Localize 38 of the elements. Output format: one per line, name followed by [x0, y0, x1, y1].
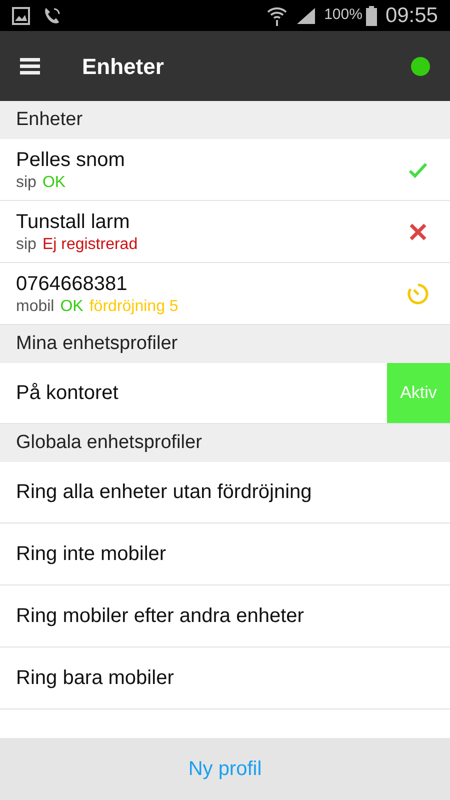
device-row[interactable]: Tunstall larm sip Ej registrerad: [0, 201, 450, 263]
profile-row[interactable]: Ring alla enheter utan fördröjning: [0, 462, 450, 524]
profile-name: På kontoret: [16, 381, 120, 406]
device-status-text: fördröjning 5: [89, 296, 178, 316]
menu-icon[interactable]: [20, 57, 40, 75]
timer-icon: [407, 282, 429, 304]
device-name: Pelles snom: [16, 148, 126, 172]
profile-row[interactable]: Ring bara mobiler: [0, 648, 450, 710]
device-status-text: Ej registrerad: [42, 234, 138, 254]
battery-icon: [366, 6, 378, 26]
device-name: Tunstall larm: [16, 210, 131, 234]
device-type: sip: [16, 172, 36, 192]
device-type: sip: [16, 234, 36, 254]
cross-icon: [409, 222, 427, 240]
profile-name: Ring bara mobiler: [16, 666, 174, 691]
checkmark-icon: [408, 160, 428, 178]
image-icon: [12, 6, 30, 24]
section-header: Mina enhetsprofiler: [0, 325, 450, 363]
device-status-text: OK: [42, 172, 66, 192]
device-row[interactable]: Pelles snom sip OK: [0, 139, 450, 201]
device-status-text: OK: [60, 296, 84, 316]
section-header: Enheter: [0, 101, 450, 139]
battery-percent: 100%: [324, 5, 362, 26]
clock-time: 09:55: [385, 2, 438, 29]
profile-name: Ring mobiler efter andra enheter: [16, 604, 304, 629]
screen-title: Enheter: [82, 52, 164, 80]
wifi-icon: [266, 4, 288, 26]
device-name: 0764668381: [16, 272, 128, 296]
profile-row[interactable]: Ring mobiler efter andra enheter: [0, 586, 450, 648]
section-header: Globala enhetsprofiler: [0, 424, 450, 462]
profile-row[interactable]: På kontoret Aktiv: [0, 363, 450, 424]
profile-name: Ring alla enheter utan fördröjning: [16, 480, 312, 505]
signal-icon: [296, 6, 316, 24]
profile-row[interactable]: Ring inte mobiler: [0, 524, 450, 586]
phone-icon: [42, 6, 62, 26]
profile-name: Ring inte mobiler: [16, 542, 166, 567]
device-type: mobil: [16, 296, 54, 316]
active-badge: Aktiv: [387, 363, 450, 423]
